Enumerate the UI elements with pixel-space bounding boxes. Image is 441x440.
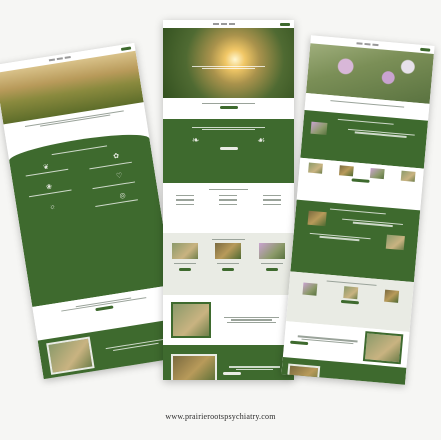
circle-icon: ◎ [118,191,127,201]
intro-band [163,98,294,119]
about-provider [163,295,294,345]
symptoms-grid [163,183,294,233]
cta-photo [46,336,95,375]
homepage-mockup-right [281,35,435,385]
provider-photo [171,302,211,338]
nav-cta-button-center [280,22,290,26]
leaf-icon: ❦ [42,162,50,172]
services-cards [163,233,294,295]
homepage-mockup-center: ❧ ☙ [163,20,294,380]
services-section: ❦ ✿ ❀ ♡ ☼ ◎ [7,128,173,308]
nav-cta-button [120,45,132,51]
nav-cta-button-right [420,47,431,52]
site-nav-center [163,20,294,28]
sun-icon: ☼ [48,202,57,212]
herb-icon-right: ☙ [257,135,266,146]
homepage-mockup-left: ❦ ✿ ❀ ♡ ☼ ◎ PRAIRIE ROOTS [0,42,184,380]
hero-photo-sunset-field [163,28,294,98]
cta-band [163,345,294,380]
service-card-image [259,242,286,259]
website-url: www.prairierootspsychiatry.com [165,412,276,421]
wellness-section: ❧ ☙ [163,119,294,183]
service-card-image [215,242,242,259]
portfolio-mockup-stage: ❦ ✿ ❀ ♡ ☼ ◎ PRAIRIE ROOTS ❧ ☙ www.prairi… [0,0,441,440]
service-card-image [171,242,198,259]
herb-icon: ❧ [191,135,200,146]
sprout-icon: ✿ [112,151,120,161]
heart-icon: ♡ [115,171,123,181]
approach-section [290,199,421,283]
cta-band-photo [171,354,217,380]
flower-icon: ❀ [45,182,53,192]
contact-photo [362,331,404,365]
